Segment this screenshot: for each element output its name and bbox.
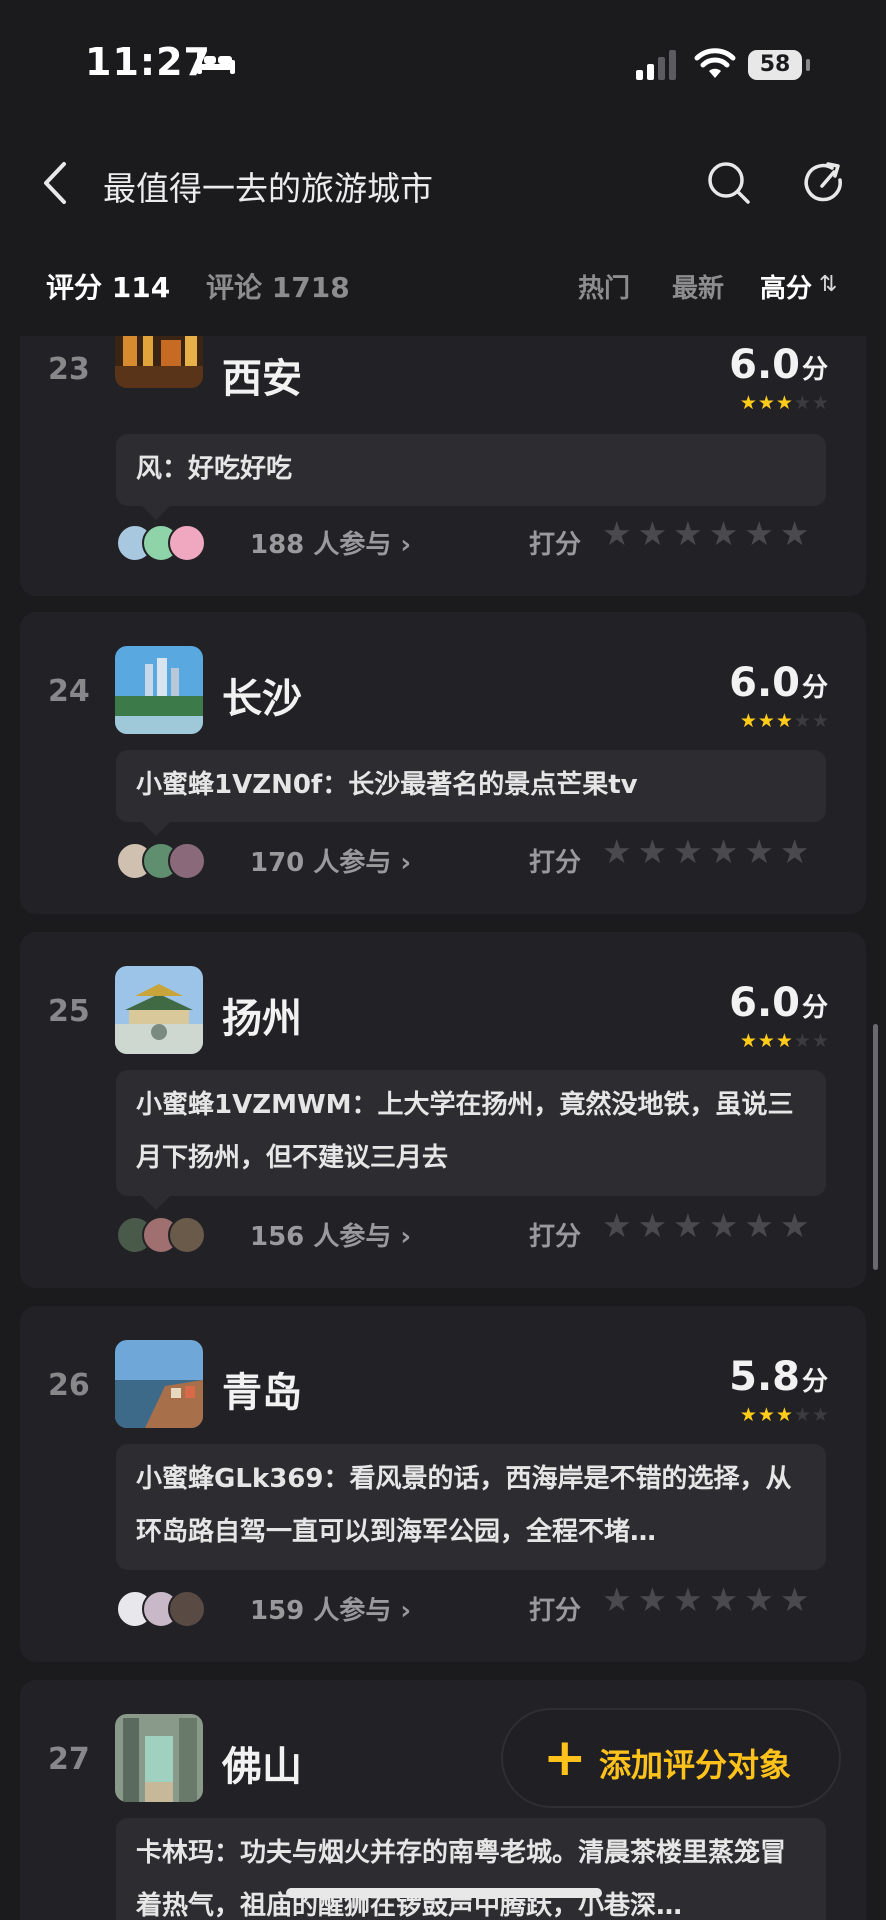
city-thumbnail (115, 646, 203, 734)
score: 6.0分 (729, 660, 828, 706)
avatar (168, 524, 206, 562)
score: 6.0分 (729, 980, 828, 1026)
score-stars: ★★★★★ (739, 710, 830, 732)
rank-number: 24 (48, 674, 90, 709)
rate-stars[interactable]: ★★★★★★ (602, 832, 816, 871)
city-thumbnail (115, 1714, 203, 1802)
list-item[interactable]: 26 青岛 5.8分 ★★★★★ 小蜜蜂GLk369：看风景的话，西海岸是不错的… (20, 1306, 866, 1662)
tab-comments[interactable]: 评论 1718 (206, 266, 350, 306)
participant-avatars (116, 1216, 226, 1254)
top-comment[interactable]: 卡林玛：功夫与烟火并存的南粤老城。清晨茶楼里蒸笼冒着热气，祖庙的醒狮在锣鼓声中腾… (116, 1818, 826, 1920)
rank-number: 26 (48, 1368, 90, 1403)
nav-bar: 最值得一去的旅游城市 (0, 130, 886, 240)
battery-indicator: 58 (748, 50, 802, 80)
participants-link[interactable]: 156 人参与 › (250, 1216, 411, 1253)
wifi-icon (694, 48, 736, 78)
rate-label: 打分 (529, 848, 582, 878)
score-stars: ★★★★★ (739, 392, 830, 414)
tab-rating[interactable]: 评分 114 (46, 266, 170, 306)
back-icon[interactable] (40, 160, 70, 206)
rank-number: 23 (48, 352, 90, 387)
city-thumbnail (115, 336, 203, 388)
sort-hot[interactable]: 热门 (578, 268, 630, 305)
avatar (168, 1216, 206, 1254)
sort-order-icon[interactable]: ⇅ (819, 272, 837, 297)
participant-avatars (116, 1590, 226, 1628)
city-name: 扬州 (222, 996, 302, 1042)
participants-link[interactable]: 159 人参与 › (250, 1590, 411, 1627)
top-comment[interactable]: 小蜜蜂1VZN0f：长沙最著名的景点芒果tv (116, 750, 826, 836)
scrollbar[interactable] (873, 1024, 878, 1270)
rate-stars[interactable]: ★★★★★★ (602, 1580, 816, 1619)
share-icon[interactable] (802, 160, 848, 206)
city-name: 青岛 (222, 1370, 302, 1416)
plus-icon: + (543, 1728, 587, 1788)
page-title: 最值得一去的旅游城市 (103, 169, 433, 208)
city-name: 佛山 (222, 1744, 302, 1790)
participant-avatars (116, 842, 226, 880)
top-comment[interactable]: 小蜜蜂1VZMWM：上大学在扬州，竟然没地铁，虽说三月下扬州，但不建议三月去 (116, 1070, 826, 1210)
rate-stars[interactable]: ★★★★★★ (602, 1206, 816, 1245)
city-name: 长沙 (222, 676, 302, 722)
rate-label: 打分 (529, 1222, 582, 1252)
score-stars: ★★★★★ (739, 1404, 830, 1426)
participant-avatars (116, 524, 226, 562)
status-time: 11:27 (85, 40, 211, 84)
search-icon[interactable] (706, 160, 752, 206)
home-indicator[interactable] (286, 1888, 602, 1898)
top-comment[interactable]: 风：好吃好吃 (116, 434, 826, 520)
sort-newest[interactable]: 最新 (672, 268, 724, 305)
list-item[interactable]: 24 长沙 6.0分 ★★★★★ 小蜜蜂1VZN0f：长沙最著名的景点芒果tv … (20, 612, 866, 914)
sleep-focus-icon (197, 52, 235, 74)
participants-link[interactable]: 188 人参与 › (250, 524, 411, 561)
rate-stars[interactable]: ★★★★★★ (602, 514, 816, 553)
avatar (168, 1590, 206, 1628)
status-bar: 11:27 58 (0, 0, 886, 130)
score: 6.0分 (729, 342, 828, 388)
city-name: 西安 (222, 356, 302, 402)
avatar (168, 842, 206, 880)
list-item[interactable]: 25 扬州 6.0分 ★★★★★ 小蜜蜂1VZMWM：上大学在扬州，竟然没地铁，… (20, 932, 866, 1288)
city-thumbnail (115, 1340, 203, 1428)
rank-number: 27 (48, 1742, 90, 1777)
rate-label: 打分 (529, 530, 582, 560)
ranking-list: 23 西安 6.0分 ★★★★★ 风：好吃好吃 188 人参与 › 打分 ★★★… (0, 336, 886, 1920)
score: 5.8分 (729, 1354, 828, 1400)
cellular-signal-icon (636, 50, 676, 80)
add-rating-object-label: 添加评分对象 (599, 1746, 792, 1784)
battery-cap (806, 59, 810, 71)
score-stars: ★★★★★ (739, 1030, 830, 1052)
city-thumbnail (115, 966, 203, 1054)
add-rating-object-button[interactable]: + 添加评分对象 (501, 1708, 841, 1808)
tab-bar: 评分 114 评论 1718 热门 最新 高分 ⇅ (0, 240, 886, 336)
top-comment[interactable]: 小蜜蜂GLk369：看风景的话，西海岸是不错的选择，从环岛路自驾一直可以到海军公… (116, 1444, 826, 1570)
list-item[interactable]: 23 西安 6.0分 ★★★★★ 风：好吃好吃 188 人参与 › 打分 ★★★… (20, 336, 866, 596)
rank-number: 25 (48, 994, 90, 1029)
participants-link[interactable]: 170 人参与 › (250, 842, 411, 879)
sort-high[interactable]: 高分 (760, 268, 812, 305)
rate-label: 打分 (529, 1596, 582, 1626)
